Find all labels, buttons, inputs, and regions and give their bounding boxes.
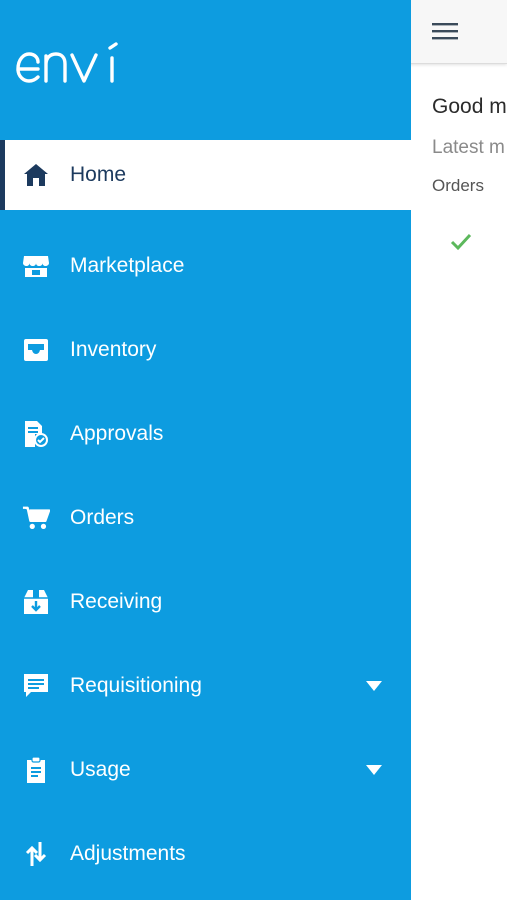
home-icon bbox=[22, 161, 50, 189]
swap-vertical-icon bbox=[22, 840, 50, 868]
orders-label: Orders bbox=[432, 176, 484, 195]
nav-item-orders[interactable]: Orders bbox=[0, 476, 411, 560]
store-icon bbox=[22, 252, 50, 280]
inbox-icon bbox=[22, 336, 50, 364]
nav-item-usage[interactable]: Usage bbox=[0, 728, 411, 812]
nav-item-marketplace[interactable]: Marketplace bbox=[0, 224, 411, 308]
latest-heading: Latest m bbox=[432, 137, 505, 158]
nav-item-label: Orders bbox=[70, 506, 135, 529]
nav-item-label: Adjustments bbox=[70, 842, 186, 865]
nav-item-label: Usage bbox=[70, 758, 131, 781]
hamburger-menu-button[interactable] bbox=[422, 14, 468, 50]
nav-item-requisitioning[interactable]: Requisitioning bbox=[0, 644, 411, 728]
box-receive-icon bbox=[22, 588, 50, 616]
clipboard-icon bbox=[22, 756, 50, 784]
nav-item-label: Requisitioning bbox=[70, 674, 202, 697]
nav-list: Home Marketplace Inventory Approvals Ord… bbox=[0, 140, 411, 896]
chevron-down-icon[interactable] bbox=[366, 765, 382, 775]
nav-item-label: Approvals bbox=[70, 422, 164, 445]
approval-document-icon bbox=[22, 420, 50, 448]
nav-item-home[interactable]: Home bbox=[0, 140, 411, 210]
navigation-drawer: Home Marketplace Inventory Approvals Ord… bbox=[0, 0, 411, 900]
envi-logo bbox=[16, 42, 118, 83]
nav-item-receiving[interactable]: Receiving bbox=[0, 560, 411, 644]
nav-item-label: Inventory bbox=[70, 338, 157, 361]
chat-bubble-icon bbox=[22, 672, 50, 700]
menu-icon bbox=[432, 23, 458, 40]
nav-item-adjustments[interactable]: Adjustments bbox=[0, 812, 411, 896]
nav-item-inventory[interactable]: Inventory bbox=[0, 308, 411, 392]
greeting-text: Good m bbox=[432, 95, 507, 118]
nav-item-label: Marketplace bbox=[70, 254, 185, 277]
chevron-down-icon[interactable] bbox=[366, 681, 382, 691]
cart-icon bbox=[22, 504, 50, 532]
nav-item-approvals[interactable]: Approvals bbox=[0, 392, 411, 476]
nav-item-label: Receiving bbox=[70, 590, 163, 613]
nav-item-label: Home bbox=[70, 163, 127, 186]
check-icon bbox=[450, 233, 472, 251]
